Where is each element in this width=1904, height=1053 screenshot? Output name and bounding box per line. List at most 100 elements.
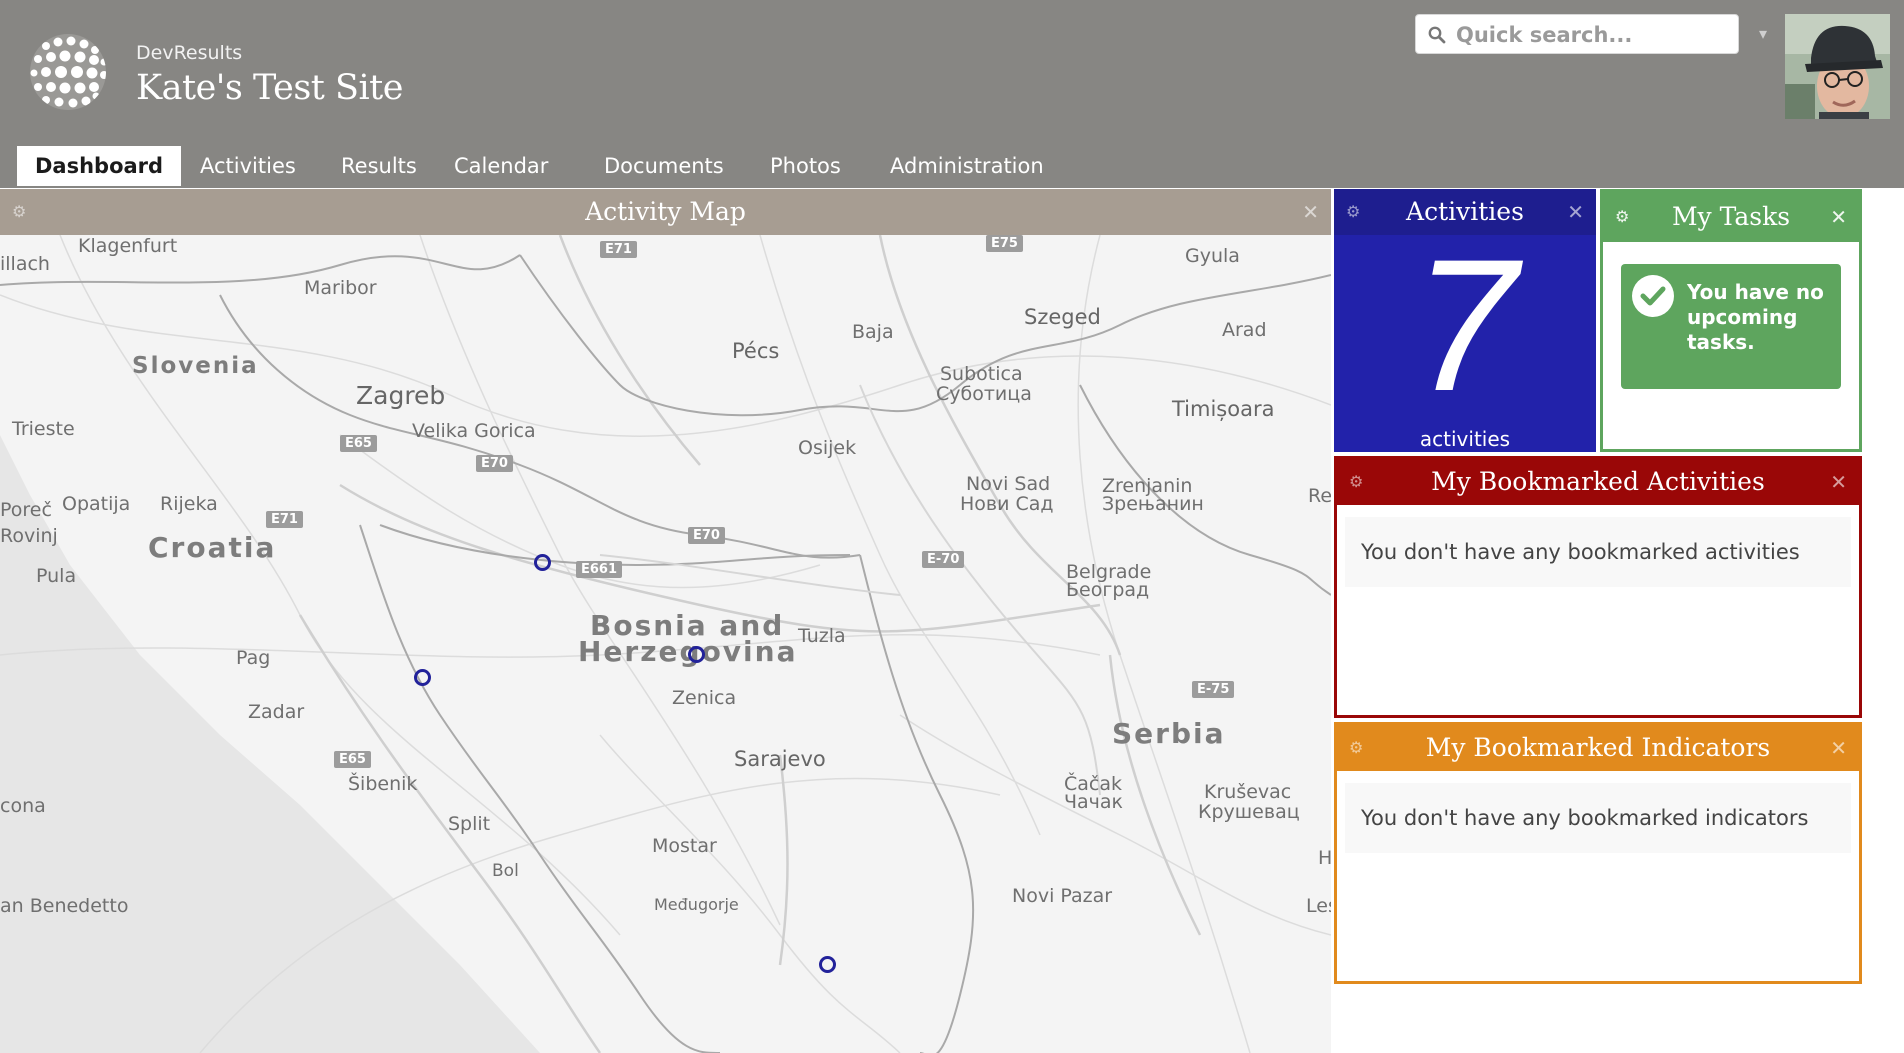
map-label: Arad [1222,319,1267,341]
site-title[interactable]: Kate's Test Site [136,68,403,108]
highway-shield: E65 [334,751,371,768]
activity-map-header[interactable]: ⚙ Activity Map ✕ [0,189,1331,235]
map-label-country: Slovenia [132,353,259,379]
map-label: Rovinj [0,525,58,547]
map-label: Београд [1066,579,1150,601]
user-menu-caret-icon[interactable]: ▾ [1759,24,1767,43]
close-icon[interactable]: ✕ [1302,189,1319,235]
activity-map-marker[interactable] [534,554,551,571]
activities-count-widget[interactable]: ⚙ Activities ✕ 7 activities [1334,189,1596,452]
map-label: Pula [36,565,77,587]
gear-icon[interactable]: ⚙ [1615,192,1629,242]
tab-activities[interactable]: Activities [182,146,314,186]
quick-search-box[interactable] [1415,14,1739,54]
no-tasks-alert: You have no upcoming tasks. [1621,264,1841,389]
my-tasks-title: My Tasks [1671,202,1791,231]
map-label-country: Serbia [1112,717,1226,750]
close-icon[interactable]: ✕ [1830,459,1847,505]
map-label-country: Croatia [148,531,277,564]
map-label: Les [1306,895,1331,917]
map-label-city: Timișoara [1172,397,1275,421]
map-label: Крушевац [1198,801,1300,823]
map-label: Zadar [248,701,305,723]
highway-shield: E661 [576,561,623,578]
map-label: Tuzla [798,625,846,647]
map-label: Bol [492,861,519,881]
map-label: Novi Pazar [1012,885,1113,907]
map-label-city: Zagreb [356,381,446,410]
gear-icon[interactable]: ⚙ [1346,189,1360,235]
tab-documents[interactable]: Documents [586,146,742,186]
gear-icon[interactable]: ⚙ [1349,459,1363,505]
bookmarked-indicators-title: My Bookmarked Indicators [1425,733,1771,762]
search-icon [1428,26,1446,44]
map-label: Velika Gorica [412,420,536,442]
map-canvas[interactable]: Klagenfurt illach Maribor Slovenia Zagre… [0,235,1331,1053]
highway-shield: E71 [600,241,637,258]
map-label: Rijeka [160,493,218,515]
map-label: Суботица [936,383,1032,405]
map-label: an Benedetto [0,895,129,917]
close-icon[interactable]: ✕ [1567,189,1584,235]
map-label: Mostar [652,835,717,857]
highway-shield: E65 [340,435,377,452]
user-avatar[interactable] [1785,14,1890,119]
map-label: Maribor [304,277,377,299]
no-tasks-message: You have no upcoming tasks. [1687,280,1824,354]
my-tasks-header: ⚙ My Tasks ✕ [1603,192,1859,242]
map-label: Subotica [940,363,1023,385]
map-label-city: Sarajevo [734,747,826,771]
map-label: Trieste [12,418,75,440]
highway-shield: E70 [688,527,725,544]
activities-count: 7 [1412,220,1518,430]
bookmarked-activities-title: My Bookmarked Activities [1431,467,1765,496]
map-label: Нови Сад [960,493,1054,515]
highway-shield: E-70 [922,551,965,568]
map-label: Чачак [1064,791,1124,813]
map-label: Gyula [1185,245,1240,267]
tab-photos[interactable]: Photos [752,146,859,186]
activity-map-marker[interactable] [819,956,836,973]
tab-administration[interactable]: Administration [872,146,1062,186]
map-label: Pag [236,647,271,669]
activity-map-marker[interactable] [688,646,705,663]
map-label: Međugorje [654,895,739,914]
bookmarked-indicators-header: ⚙ My Bookmarked Indicators ✕ [1337,725,1859,771]
check-circle-icon [1632,275,1674,317]
bookmarked-indicators-empty-message: You don't have any bookmarked indicators [1345,783,1851,853]
highway-shield: E70 [476,455,513,472]
map-label: Baja [852,321,894,343]
gear-icon[interactable]: ⚙ [1349,725,1363,771]
map-label-city: Szeged [1024,305,1101,329]
map-label: Poreč [0,499,52,521]
activity-map-marker[interactable] [414,669,431,686]
bookmarked-indicators-widget: ⚙ My Bookmarked Indicators ✕ You don't h… [1334,722,1862,984]
map-label: Opatija [62,493,131,515]
highway-shield: E71 [266,511,303,528]
gear-icon[interactable]: ⚙ [12,189,26,235]
close-icon[interactable]: ✕ [1830,725,1847,771]
bookmarked-activities-empty-message: You don't have any bookmarked activities [1345,517,1851,587]
map-label: Re [1308,485,1331,507]
map-label: H [1318,847,1331,869]
quick-search-input[interactable] [1454,19,1734,51]
map-label: Klagenfurt [78,235,178,257]
tab-calendar[interactable]: Calendar [436,146,566,186]
map-label: Split [448,813,491,835]
bookmarked-activities-header: ⚙ My Bookmarked Activities ✕ [1337,459,1859,505]
tab-dashboard[interactable]: Dashboard [17,146,182,186]
activity-map-title: Activity Map [585,197,746,226]
map-label: Kruševac [1204,781,1292,803]
map-label: Zenica [672,687,737,709]
my-tasks-widget: ⚙ My Tasks ✕ You have no upcoming tasks. [1600,189,1862,452]
tab-results[interactable]: Results [323,146,435,186]
devresults-logo[interactable] [28,32,108,112]
map-label-city: Pécs [732,339,780,363]
close-icon[interactable]: ✕ [1830,192,1847,242]
map-label: Зрењанин [1102,493,1204,515]
highway-shield: E-75 [1192,681,1235,698]
map-label: Novi Sad [966,473,1051,495]
org-name: DevResults [136,42,243,64]
bookmarked-activities-widget: ⚙ My Bookmarked Activities ✕ You don't h… [1334,456,1862,718]
app-header: DevResults Kate's Test Site ▾ Dashboard … [0,0,1904,188]
